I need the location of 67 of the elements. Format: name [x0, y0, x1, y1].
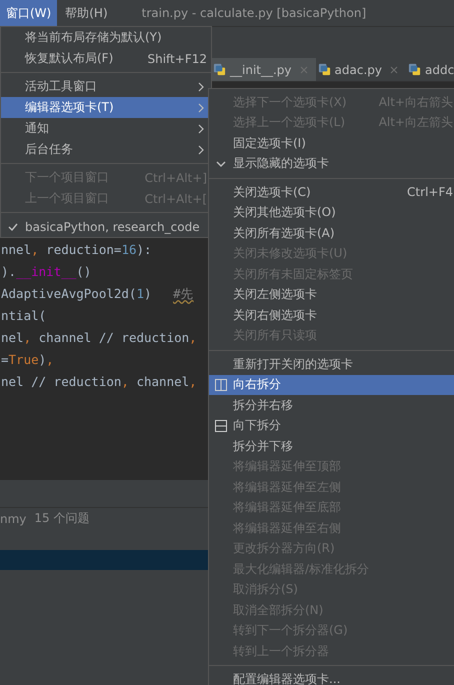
code-line: ntial( [0, 307, 46, 325]
menu-item[interactable]: 重新打开关闭的选项卡 [209, 354, 454, 374]
menu-item-label: 显示隐藏的选项卡 [233, 155, 330, 172]
menu-item-label: 关闭选项卡(C) [233, 184, 312, 201]
code-line: nel, channel // reduction, [0, 329, 197, 347]
menu-item-label: 关闭左侧选项卡 [233, 286, 318, 304]
menu-item[interactable]: 向右拆分 [209, 374, 454, 395]
menu-item[interactable]: 关闭右侧选项卡 [209, 305, 454, 326]
menu-item[interactable]: basicaPython, research_code [1, 216, 211, 237]
menu-item[interactable]: 恢复默认布局(F) Shift+F12 [1, 48, 211, 69]
check-icon [8, 222, 18, 232]
menu-item-label: 重新打开关闭的选项卡 [233, 356, 354, 373]
menu-item-label: 关闭其他选项卡(O) [233, 204, 337, 222]
menu-item[interactable]: 配置编辑器选项卡... [209, 670, 454, 685]
python-file-icon [213, 63, 226, 76]
menu-item-label: 后台任务 [25, 141, 74, 158]
menu-item[interactable]: 向下拆分 [209, 416, 454, 436]
menu-item-label: 编辑器选项卡(T) [25, 99, 115, 116]
code-line: nel // reduction, channel, [0, 373, 197, 391]
menu-item-label: 活动工具窗口 [25, 78, 98, 95]
panel-label: nmy [0, 512, 26, 526]
menu-item[interactable]: 将当前布局存储为默认(Y) [1, 27, 211, 48]
close-icon[interactable] [390, 66, 398, 74]
menu-item-label: 向右拆分 [233, 376, 282, 394]
menu-bar-item[interactable]: 帮助(H) [59, 0, 114, 26]
check-icon [216, 158, 226, 169]
shortcut-label: Ctrl+F4 [407, 185, 453, 200]
code-line: =True), [0, 351, 54, 369]
menu-item[interactable]: 关闭左侧选项卡 [209, 284, 454, 305]
menu-item-label: 拆分并右移 [233, 396, 294, 414]
menu-item[interactable]: 后台任务 [1, 139, 211, 160]
menu-item[interactable]: 关闭选项卡(C) Ctrl+F4 [209, 182, 454, 202]
menu-item-label: 关闭所有选项卡(A) [233, 224, 336, 242]
editor-tab[interactable]: addc [406, 58, 454, 81]
menu-item-label: basicaPython, research_code [25, 220, 201, 234]
close-icon[interactable] [300, 66, 308, 74]
editor-tab[interactable]: __init__.py [211, 58, 316, 81]
problem-count: 15 个问题 [34, 510, 90, 527]
menu-item-label: 恢复默认布局(F) [25, 50, 114, 67]
menu-bar-item[interactable]: 窗口(W) [0, 0, 58, 26]
python-file-icon [318, 63, 331, 76]
menu-item[interactable]: 关闭其他选项卡(O) [209, 202, 454, 223]
python-file-icon [408, 63, 421, 76]
window-title: train.py - calculate.py [basicaPython] [142, 6, 366, 20]
menu-item[interactable]: 显示隐藏的选项卡 [209, 154, 454, 174]
menu-item[interactable]: 固定选项卡(I) [209, 133, 454, 154]
menu-item[interactable]: 编辑器选项卡(T) [1, 97, 211, 118]
menu-item[interactable]: 关闭所有选项卡(A) [209, 223, 454, 244]
split-vertical-icon [215, 378, 227, 391]
menu-item[interactable]: 拆分并右移 [209, 395, 454, 416]
menu-item[interactable]: 活动工具窗口 [1, 76, 211, 97]
menu-item-label: 关闭右侧选项卡 [233, 306, 318, 324]
code-line: ).__init__() [0, 263, 92, 281]
split-horizontal-icon [215, 420, 227, 432]
menu-item[interactable]: 拆分并下移 [209, 436, 454, 456]
menu-item-label: 固定选项卡(I) [233, 134, 307, 152]
menu-item-label: 将当前布局存储为默认(Y) [25, 29, 163, 46]
selected-row[interactable] [0, 550, 208, 570]
shortcut-label: Shift+F12 [147, 52, 207, 66]
menu-item-label: 通知 [25, 120, 50, 137]
menu-item-label: 拆分并下移 [233, 438, 294, 455]
editor-tab[interactable]: adac.py [316, 58, 406, 81]
menu-item[interactable]: 通知 [1, 118, 211, 139]
code-line: AdaptiveAvgPool2d(1) #先 [0, 285, 194, 303]
menu-item-label: 向下拆分 [233, 417, 282, 434]
code-line: nnel, reduction=16): [0, 241, 152, 259]
menu-item-label: 配置编辑器选项卡... [233, 671, 342, 685]
